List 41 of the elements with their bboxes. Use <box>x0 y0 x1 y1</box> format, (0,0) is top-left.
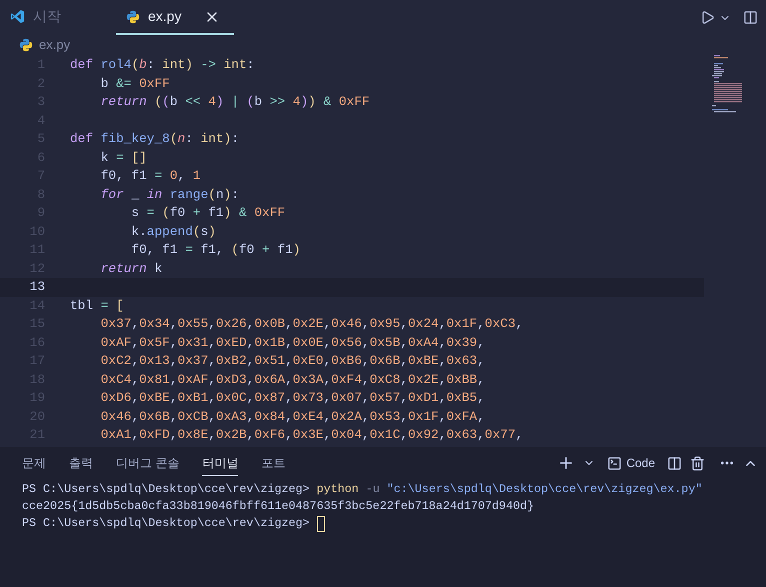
tab-label: ex.py <box>148 7 182 26</box>
trash-icon[interactable] <box>690 456 705 470</box>
python-icon <box>19 38 33 52</box>
code-line: f0, f1 = f1, (f0 + f1) <box>130 241 300 259</box>
code-line: b &= 0xFF <box>100 74 170 92</box>
split-editor-icon[interactable] <box>743 10 758 25</box>
code-line: 0xC2,0x13,0x37,0xB2,0x51,0xE0,0xB6,0x6B,0xBE,0x63, <box>100 352 485 370</box>
terminal-line: PS C:\Users\spdlq\Desktop\cce\rev\zigzeg> <box>22 515 311 532</box>
editor-tab[interactable]: ex.py <box>116 0 234 35</box>
code-line: 0x46,0x6B,0xCB,0xA3,0x84,0xE4,0x2A,0x53,0x1F,0xFA, <box>100 408 485 426</box>
code-line: return ((b << 4) | (b >> 4)) & 0xFF <box>100 93 370 111</box>
breadcrumb-file[interactable]: ex.py <box>39 35 70 55</box>
panel-tab[interactable]: 터미널 <box>202 450 238 476</box>
terminal-button[interactable]: Code <box>607 454 655 472</box>
panel-tab[interactable]: 포트 <box>261 450 286 476</box>
panel-tab[interactable]: 문제 <box>22 450 46 476</box>
code-line: 0xC4,0x81,0xAF,0xD3,0x6A,0x3A,0xF4,0xC8,0x2E,0xBB, <box>100 370 485 388</box>
terminal-icon <box>607 456 622 470</box>
code-line: for _ in range(n): <box>100 186 240 204</box>
code-line: k.append(s) <box>130 222 216 240</box>
line-number: 13 <box>28 278 45 296</box>
tab-label: 시작 <box>33 7 61 26</box>
python-icon <box>126 10 140 24</box>
code-line: 0x37,0x34,0x55,0x26,0x0B,0x2E,0x46,0x95,0x24,0x1F,0xC3, <box>100 315 524 333</box>
terminal-line: PS C:\Users\spdlq\Desktop\cce\rev\zigzeg> python -u "c:\Users\spdlq\Desktop\cce\rev\zigzeg\ex.py" <box>22 481 702 498</box>
code-editor-logo-icon <box>10 9 25 24</box>
panel-tab[interactable]: 출력 <box>69 450 93 476</box>
code-line: k = [] <box>100 148 147 166</box>
code-line: def rol4(b: int) -> int: <box>70 56 254 74</box>
code-line: return k <box>100 260 162 278</box>
terminal-line: cce2025{1d5db5cba0cfa33b819046fbff611e0487635f3bc5e22feb718a24d1707d940d} <box>22 498 534 515</box>
panel-tab[interactable]: 디버그 콘솔 <box>116 450 180 476</box>
split-terminal-icon[interactable] <box>667 456 682 470</box>
code-line: 0xAF,0x5F,0x31,0xED,0x1B,0x0E,0x56,0x5B,0xA4,0x39, <box>100 334 485 352</box>
code-line: tbl = [ <box>70 296 124 314</box>
code-line: 0xD6,0xBE,0xB1,0x0C,0x87,0x73,0x07,0x57,0xD1,0xB5, <box>100 389 485 407</box>
code-line: def fib_key_8(n: int): <box>70 130 239 148</box>
code-line: s = (f0 + f1) & 0xFF <box>130 204 286 222</box>
run-icon[interactable] <box>700 10 715 25</box>
code-line: f0, f1 = 0, 1 <box>100 167 201 185</box>
code-line: 0xA1,0xFD,0x8E,0x2B,0xF6,0x3E,0x04,0x1C,0x92,0x63,0x77, <box>100 426 524 444</box>
